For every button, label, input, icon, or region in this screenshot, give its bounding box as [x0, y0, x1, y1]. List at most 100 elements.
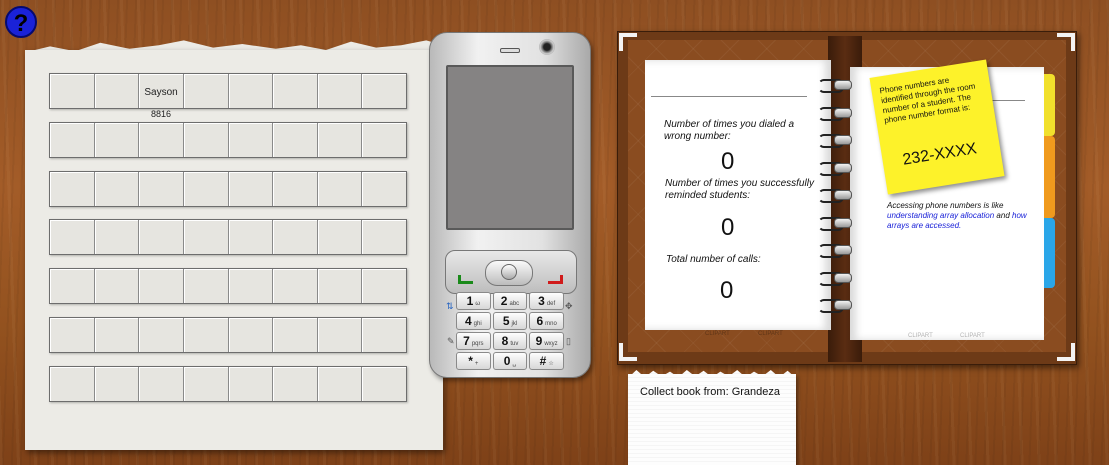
schedule-cell[interactable] [139, 318, 184, 352]
key-letters: + [474, 361, 479, 367]
schedule-cell[interactable] [228, 123, 274, 157]
wrong-number-label: Number of times you dialed a wrong numbe… [664, 119, 795, 142]
key-letters: abc [509, 301, 520, 307]
schedule-cell[interactable] [50, 367, 95, 401]
corner-protector [619, 33, 637, 51]
schedule-cell[interactable] [183, 172, 229, 206]
schedule-cell[interactable] [362, 318, 406, 352]
schedule-cell[interactable] [50, 123, 95, 157]
schedule-cell[interactable] [317, 172, 363, 206]
schedule-cell[interactable] [139, 220, 184, 254]
schedule-cell[interactable] [362, 269, 406, 303]
schedule-cell[interactable] [317, 220, 363, 254]
key-letters: wxyz [544, 341, 558, 347]
key-#[interactable]: # ☆ [529, 352, 564, 370]
call-button[interactable] [458, 275, 473, 284]
phone-screen [446, 65, 574, 230]
schedule-cell[interactable] [50, 172, 95, 206]
schedule-cell[interactable] [273, 220, 318, 254]
schedule-cell[interactable] [183, 269, 229, 303]
key-4[interactable]: 4 ghi [456, 312, 491, 330]
end-call-button[interactable] [548, 275, 563, 284]
schedule-cell[interactable] [94, 74, 140, 108]
key-digit: 8 [501, 334, 509, 348]
schedule-cell[interactable] [50, 220, 95, 254]
key-digit: 4 [464, 314, 472, 328]
schedule-row [49, 317, 407, 353]
schedule-cell[interactable] [362, 123, 406, 157]
key-0[interactable]: 0 ␣ [492, 352, 528, 370]
schedule-cell[interactable] [183, 123, 229, 157]
array-allocation-link[interactable]: understanding array allocation [887, 211, 994, 220]
schedule-cell[interactable] [94, 318, 140, 352]
key-digit: 7 [463, 334, 470, 348]
key-8[interactable]: 8 tuv [492, 332, 528, 350]
key-5[interactable]: 5 jkl [492, 312, 528, 330]
schedule-cell[interactable] [139, 172, 184, 206]
schedule-cell[interactable] [273, 367, 318, 401]
ring-clip [834, 300, 852, 310]
schedule-cell[interactable] [94, 172, 140, 206]
key-letters: def [546, 301, 556, 307]
ring-clip [834, 80, 852, 90]
schedule-cell[interactable] [228, 172, 274, 206]
phone-keypad: 1 ω 2 abc 3 def 4 ghi 5 jkl 6 mno 7 pqrs 8 tuv 9 wxyz * +0 ␣… [456, 292, 564, 370]
hint-prefix: Accessing phone numbers is like [887, 201, 1004, 210]
schedule-cell[interactable] [317, 123, 363, 157]
schedule-cell[interactable] [139, 367, 184, 401]
help-button[interactable]: ? [5, 6, 37, 38]
schedule-cell[interactable] [183, 220, 229, 254]
schedule-cell[interactable] [50, 318, 95, 352]
schedule-cell[interactable] [228, 220, 274, 254]
schedule-cell[interactable] [362, 367, 406, 401]
schedule-cell[interactable] [183, 74, 229, 108]
hint-text: Accessing phone numbers is like understa… [887, 201, 1035, 231]
ring-clip [834, 217, 852, 228]
schedule-cell[interactable] [317, 74, 363, 108]
total-calls-count: 0 [720, 277, 734, 304]
schedule-cell[interactable] [228, 367, 274, 401]
key-6[interactable]: 6 mno [529, 312, 564, 330]
total-calls-label: Total number of calls: [666, 254, 761, 265]
schedule-cell[interactable] [273, 318, 318, 352]
schedule-cell[interactable] [362, 74, 406, 108]
schedule-cell[interactable] [94, 367, 140, 401]
schedule-cell[interactable] [273, 123, 318, 157]
schedule-cell[interactable] [228, 269, 274, 303]
key-9[interactable]: 9 wxyz [529, 332, 564, 350]
schedule-cell[interactable] [228, 318, 274, 352]
key-digit: 3 [538, 294, 545, 308]
key-2[interactable]: 2 abc [492, 292, 528, 310]
schedule-cell[interactable] [50, 269, 95, 303]
schedule-cell[interactable] [228, 74, 274, 108]
schedule-cell[interactable] [94, 123, 140, 157]
schedule-cell[interactable] [50, 74, 95, 108]
schedule-cell[interactable] [94, 269, 140, 303]
key-3[interactable]: 3 def [529, 292, 564, 310]
schedule-cell[interactable] [273, 269, 318, 303]
corner-protector [1057, 33, 1075, 51]
schedule-cell[interactable] [317, 367, 363, 401]
schedule-cell[interactable] [317, 318, 363, 352]
key-7[interactable]: 7 pqrs [456, 332, 491, 350]
schedule-cell[interactable] [362, 220, 406, 254]
schedule-cell[interactable] [94, 220, 140, 254]
key-*[interactable]: * + [456, 352, 491, 370]
schedule-cell[interactable] [273, 172, 318, 206]
schedule-cell[interactable] [139, 123, 184, 157]
schedule-cell[interactable] [273, 74, 318, 108]
key-digit: 9 [535, 334, 543, 348]
schedule-cell[interactable] [317, 269, 363, 303]
key-letters: mno [545, 321, 557, 327]
key-1[interactable]: 1ω [456, 292, 491, 310]
key-digit: 1 [466, 294, 474, 308]
schedule-cell[interactable]: Sayson [139, 74, 184, 108]
schedule-cell[interactable] [362, 172, 406, 206]
schedule-cell[interactable] [139, 269, 184, 303]
schedule-cell[interactable] [183, 318, 229, 352]
phone-select-button[interactable] [501, 264, 517, 280]
schedule-cell[interactable] [183, 367, 229, 401]
key-letters: ☆ [548, 361, 554, 367]
success-label: Number of times you successfully reminde… [665, 178, 814, 201]
ring-clip [834, 162, 852, 173]
